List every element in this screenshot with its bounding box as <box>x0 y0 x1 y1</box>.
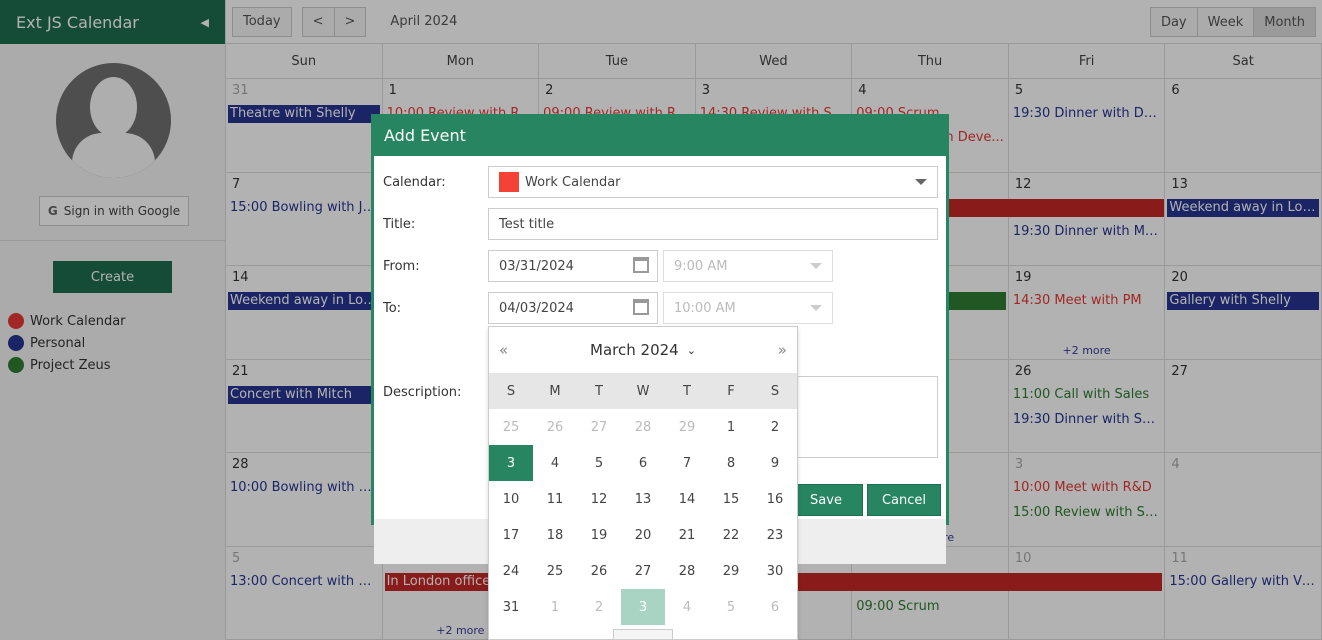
picker-day[interactable]: 5 <box>577 445 621 481</box>
picker-dow: T <box>683 383 691 399</box>
picker-day[interactable]: 10 <box>489 481 533 517</box>
picker-month-label: March 2024 <box>590 341 679 359</box>
picker-day[interactable]: 29 <box>665 409 709 445</box>
title-label: Title: <box>383 217 416 232</box>
picker-day[interactable]: 4 <box>533 445 577 481</box>
from-time-value: 9:00 AM <box>674 258 728 274</box>
chevron-down-icon[interactable] <box>810 263 822 269</box>
picker-day[interactable]: 2 <box>577 589 621 625</box>
picker-day[interactable]: 24 <box>489 553 533 589</box>
picker-day[interactable]: 5 <box>709 589 753 625</box>
picker-dow: S <box>770 383 780 399</box>
picker-day[interactable]: 11 <box>533 481 577 517</box>
picker-day[interactable]: 30 <box>753 553 797 589</box>
picker-day[interactable]: 29 <box>709 553 753 589</box>
from-date-input[interactable]: 03/31/2024 <box>488 250 658 282</box>
to-date-value: 04/03/2024 <box>499 300 574 316</box>
picker-day[interactable]: 15 <box>709 481 753 517</box>
to-date-input[interactable]: 04/03/2024 <box>488 292 658 324</box>
picker-day[interactable]: 8 <box>709 445 753 481</box>
picker-day[interactable]: 23 <box>753 517 797 553</box>
picker-day[interactable]: 18 <box>533 517 577 553</box>
next-month-icon[interactable]: » <box>778 341 787 359</box>
picker-day[interactable]: 13 <box>621 481 665 517</box>
picker-day[interactable]: 19 <box>577 517 621 553</box>
from-time-select[interactable]: 9:00 AM <box>663 250 833 282</box>
dialog-header[interactable]: Add Event <box>371 114 949 156</box>
picker-dow: W <box>636 383 650 399</box>
picker-day[interactable]: 1 <box>709 409 753 445</box>
picker-day[interactable]: 31 <box>489 589 533 625</box>
picker-day[interactable]: 9 <box>753 445 797 481</box>
picker-day[interactable]: 27 <box>621 553 665 589</box>
calendar-select-value: Work Calendar <box>525 174 621 190</box>
picker-day[interactable]: 4 <box>665 589 709 625</box>
from-date-value: 03/31/2024 <box>499 258 574 274</box>
picker-day[interactable]: 12 <box>577 481 621 517</box>
calendar-icon[interactable] <box>633 299 649 315</box>
picker-day[interactable]: 21 <box>665 517 709 553</box>
picker-day-range-end[interactable]: 3 <box>621 589 665 625</box>
title-input-value: Test title <box>499 216 555 232</box>
picker-header: « March 2024 ⌄ » <box>489 327 797 373</box>
title-input[interactable]: Test title <box>488 208 938 240</box>
calendar-color-swatch <box>499 172 519 192</box>
from-label: From: <box>383 259 420 274</box>
prev-month-icon[interactable]: « <box>499 341 508 359</box>
picker-day[interactable]: 16 <box>753 481 797 517</box>
date-picker: « March 2024 ⌄ » S M T W T F S 25 26 27 … <box>488 326 798 640</box>
picker-day[interactable]: 7 <box>665 445 709 481</box>
picker-today-button[interactable] <box>613 629 673 639</box>
picker-dow: S <box>506 383 516 399</box>
picker-dow: M <box>549 383 561 399</box>
picker-day[interactable]: 2 <box>753 409 797 445</box>
chevron-down-icon[interactable] <box>915 179 927 185</box>
picker-day[interactable]: 27 <box>577 409 621 445</box>
picker-day[interactable]: 14 <box>665 481 709 517</box>
picker-day[interactable]: 6 <box>753 589 797 625</box>
calendar-icon[interactable] <box>633 257 649 273</box>
calendar-select[interactable]: Work Calendar <box>488 166 938 198</box>
picker-day[interactable]: 25 <box>533 553 577 589</box>
chevron-down-icon: ⌄ <box>686 343 696 357</box>
picker-day-selected[interactable]: 3 <box>489 445 533 481</box>
picker-dow: F <box>727 383 735 399</box>
picker-day[interactable]: 1 <box>533 589 577 625</box>
picker-day[interactable]: 17 <box>489 517 533 553</box>
calendar-label: Calendar: <box>383 175 446 190</box>
to-label: To: <box>383 301 402 316</box>
picker-day[interactable]: 28 <box>665 553 709 589</box>
picker-day-grid: 25 26 27 28 29 1 2 3 4 5 6 7 8 9 10 11 1… <box>489 409 797 625</box>
picker-day[interactable]: 20 <box>621 517 665 553</box>
picker-day[interactable]: 6 <box>621 445 665 481</box>
description-label: Description: <box>383 385 462 400</box>
picker-day[interactable]: 28 <box>621 409 665 445</box>
picker-day[interactable]: 22 <box>709 517 753 553</box>
picker-month-selector[interactable]: March 2024 ⌄ <box>590 341 696 359</box>
dialog-title: Add Event <box>384 125 466 145</box>
to-time-select[interactable]: 10:00 AM <box>663 292 833 324</box>
picker-day[interactable]: 25 <box>489 409 533 445</box>
picker-day[interactable]: 26 <box>533 409 577 445</box>
picker-dow: T <box>595 383 603 399</box>
to-time-value: 10:00 AM <box>674 300 736 316</box>
cancel-button[interactable]: Cancel <box>867 484 941 516</box>
picker-day[interactable]: 26 <box>577 553 621 589</box>
save-button[interactable]: Save <box>789 484 863 516</box>
picker-dow-row: S M T W T F S <box>489 373 797 409</box>
chevron-down-icon[interactable] <box>810 305 822 311</box>
